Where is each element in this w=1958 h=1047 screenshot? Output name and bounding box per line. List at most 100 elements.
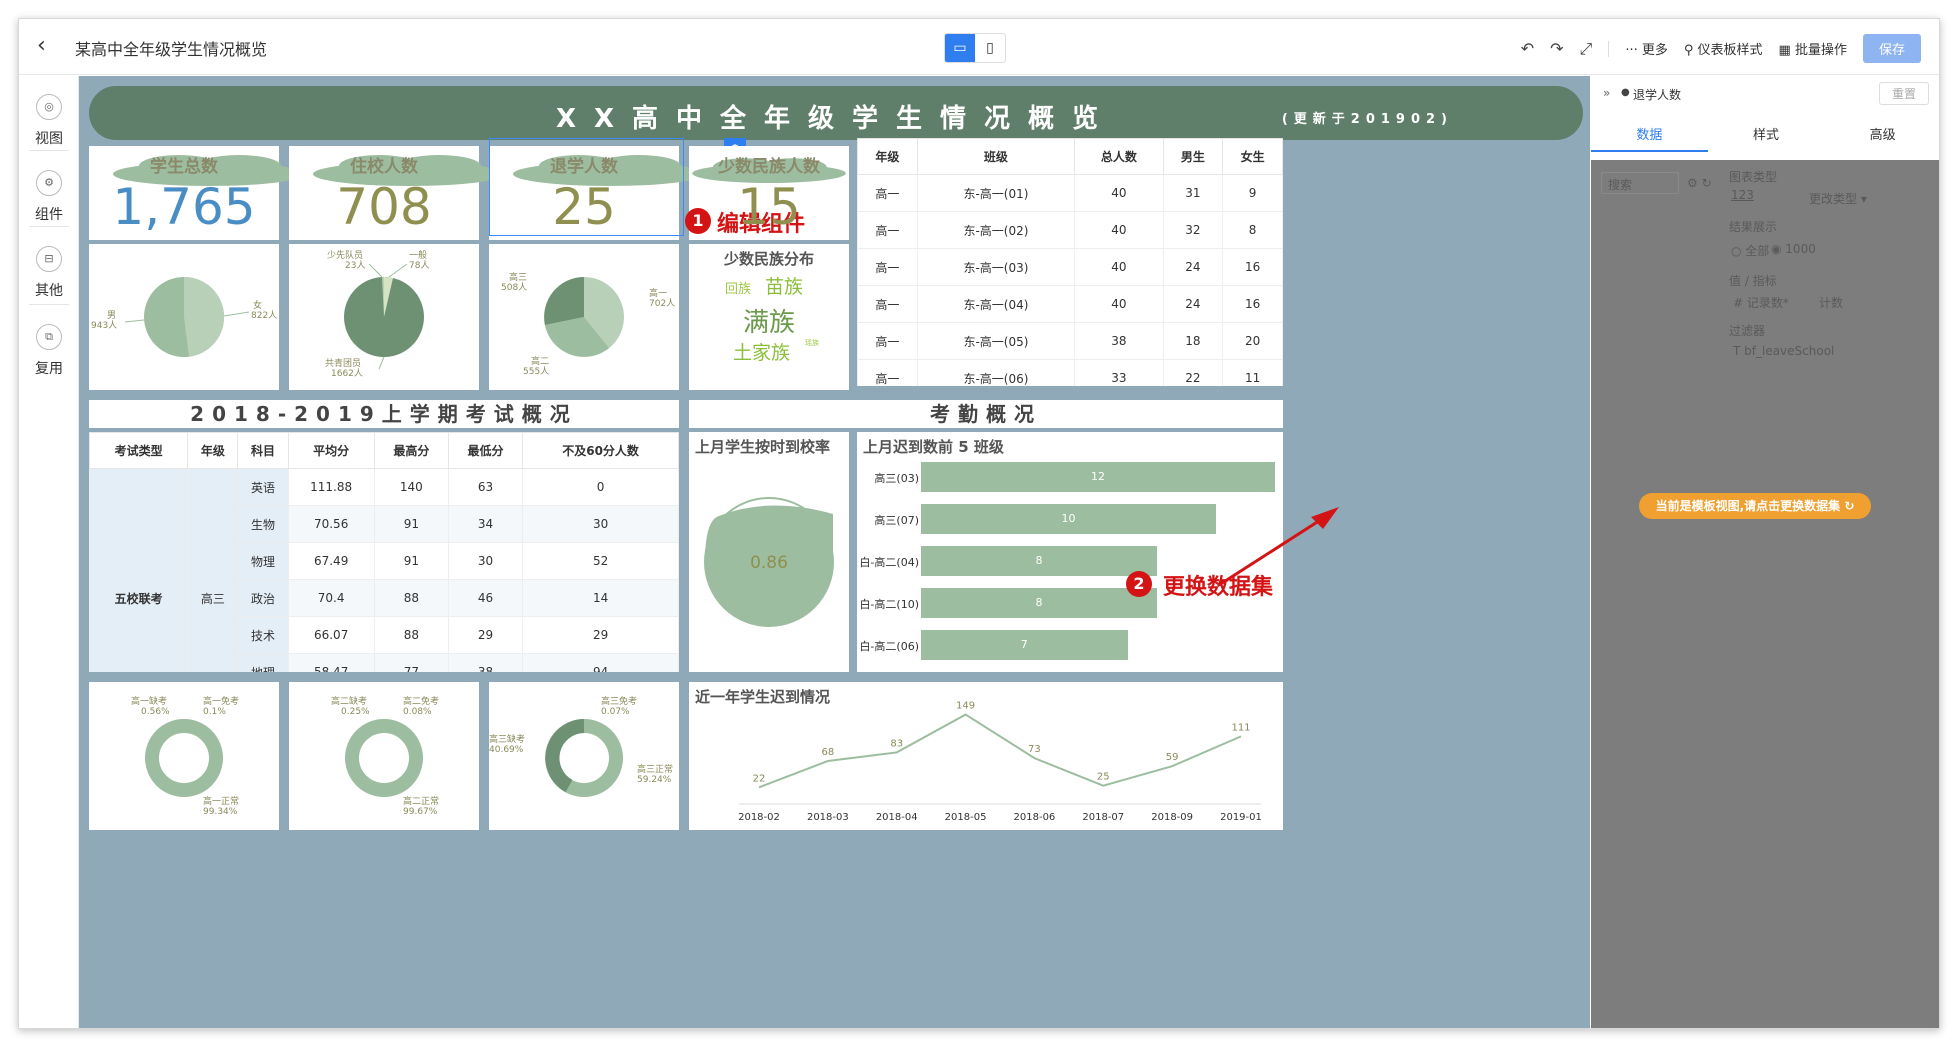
table-header[interactable]: 科目 (237, 432, 289, 469)
ontime-card[interactable]: 上月学生按时到校率 0.86 (689, 432, 849, 672)
political-pie-card[interactable]: 少先队员 23人 一般 78人 共青团员 1662人 (289, 244, 479, 390)
metric-field[interactable]: # 记录数* (1733, 294, 1789, 311)
table-cell: 11 (1222, 359, 1283, 386)
exam-status-donut-g1[interactable]: 高一缺考 0.56% 高一免考 0.1% 高一正常 99.34% (89, 682, 279, 830)
settings-icon[interactable]: ⚙ ↻ (1687, 176, 1712, 190)
class-table-card[interactable]: 年级 班级 总人数 男生 女生 高一 东-高一(01) 40 31 9 高一 东-高一(02) 40 3… (857, 138, 1283, 386)
desktop-icon[interactable]: ▭ (945, 34, 975, 62)
bar[interactable]: 7 (921, 630, 1128, 660)
pie-label-name: 共青团员 (325, 357, 361, 369)
table-header[interactable]: 男生 (1162, 138, 1224, 175)
theme-button[interactable]: ⚲ 仪表板样式 (1684, 39, 1763, 58)
table-header[interactable]: 女生 (1222, 138, 1283, 175)
pie-label-name: 女 (253, 299, 262, 311)
kpi-card-total[interactable]: 学生总数 1,765 (89, 146, 305, 240)
exam-type-cell: 五校联考 (89, 468, 189, 672)
donut-segment (545, 719, 585, 793)
kpi-card-minority[interactable]: 少数民族人数 15 (689, 146, 849, 240)
table-cell: 33 (1074, 359, 1164, 386)
mobile-icon[interactable]: ▯ (975, 34, 1005, 62)
reset-button[interactable]: 重置 (1878, 82, 1929, 105)
table-cell: 东-高一(05) (916, 322, 1076, 360)
table-header[interactable]: 年级 (187, 432, 239, 469)
bar[interactable]: 8 (921, 588, 1157, 618)
change-type-button[interactable]: 更改类型 ▾ (1809, 190, 1867, 207)
late-trend-card[interactable]: 近一年学生迟到情况 22 2018-02 68 2018-03 83 2018-04 149… (689, 682, 1283, 830)
replace-dataset-button[interactable]: 当前是模板视图,请点击更换数据集 ↻ (1639, 493, 1871, 519)
grade-pie-card[interactable]: 高三 508人 高一 702人 高二 555人 (489, 244, 679, 390)
radio-all[interactable]: ○ 全部 (1731, 242, 1769, 259)
collapse-icon[interactable]: » (1603, 86, 1610, 100)
table-cell: 58.47 (287, 653, 375, 672)
data-label: 68 (821, 747, 834, 758)
gender-pie-card[interactable]: 男 943人 女 822人 (89, 244, 279, 390)
table-header[interactable]: 不及60分人数 (522, 432, 679, 469)
pie-label-name: 男 (107, 310, 116, 321)
kpi-value: 708 (336, 178, 432, 236)
wordcloud-card[interactable]: 少数民族分布 回族 苗族 满族 土家族 瑶族 (689, 244, 849, 390)
bar-category-label: 白-高二(06) (859, 640, 919, 653)
redo-icon[interactable]: ↷ (1550, 39, 1563, 58)
leader-line (124, 319, 145, 323)
widget-name: 退学人数 (1633, 88, 1682, 102)
table-header[interactable]: 考试类型 (89, 432, 189, 469)
tab-data[interactable]: 数据 (1591, 120, 1708, 152)
table-header[interactable]: 最高分 (373, 432, 449, 469)
pie-label-value: 508人 (501, 282, 527, 293)
kpi-card-boarding[interactable]: 住校人数 708 (289, 146, 505, 240)
data-label: 25 (1097, 772, 1110, 783)
donut-label-name: 高一缺考 (131, 695, 167, 707)
sidebar-item-view[interactable]: ◎ 视图 (19, 94, 79, 148)
save-button[interactable]: 保存 (1862, 34, 1921, 63)
exam-table: 考试类型 年级 科目 平均分 最高分 最低分 不及60分人数 五校联考 高三 英语 111.88 1… (89, 432, 679, 672)
undo-icon[interactable]: ↶ (1521, 39, 1534, 58)
metric-aggregation[interactable]: 计数 (1819, 294, 1843, 311)
sidebar-item-reuse[interactable]: ⧉ 复用 (19, 324, 79, 378)
search-input[interactable]: 搜索 (1601, 172, 1679, 194)
tab-advanced[interactable]: 高级 (1824, 120, 1939, 152)
exam-status-donut-g3[interactable]: 高三免考 0.07% 高三缺考 40.69% 高三正常 59.24% (489, 682, 679, 830)
table-cell: 高一 (857, 248, 918, 286)
table-cell: 38 (1074, 322, 1164, 360)
sidebar-item-component[interactable]: ⚙ 组件 (19, 170, 79, 224)
table-header[interactable]: 年级 (857, 138, 918, 175)
chart-type-value[interactable]: 123 (1731, 188, 1754, 202)
radio-limit[interactable]: ◉ 1000 (1771, 242, 1816, 256)
table-cell: 24 (1162, 285, 1224, 323)
table-cell: 70.4 (287, 579, 375, 617)
exam-status-donut-g2[interactable]: 高二缺考 0.25% 高二免考 0.08% 高二正常 99.67% (289, 682, 479, 830)
table-header[interactable]: 最低分 (447, 432, 524, 469)
tab-style[interactable]: 样式 (1708, 120, 1825, 152)
bar[interactable]: 8 (921, 546, 1157, 576)
donut-label-value: 99.34% (203, 807, 238, 817)
bar[interactable]: 12 (921, 462, 1275, 492)
more-button[interactable]: ··· 更多 (1625, 39, 1668, 58)
pie-label: 男 (107, 310, 116, 321)
table-header[interactable]: 总人数 (1074, 138, 1164, 175)
pie-label: 女 (253, 299, 262, 311)
table-row: 高一 东-高一(01) 40 31 9 (857, 174, 1283, 212)
back-icon[interactable]: ‹ (37, 33, 46, 58)
table-cell: 70.56 (287, 505, 375, 543)
pie-label-name: 高二 (531, 355, 549, 367)
pie-label-name: 少先队员 (327, 249, 363, 261)
donut-label-name: 高三正常 (637, 763, 673, 775)
pie-label-value: 702人 (649, 298, 675, 309)
table-header[interactable]: 班级 (916, 138, 1076, 175)
filter-field[interactable]: T bf_leaveSchool (1733, 344, 1834, 358)
sidebar-item-other[interactable]: ⊟ 其他 (19, 246, 79, 300)
grade-pie: 高三 508人 高一 702人 高二 555人 (501, 271, 675, 377)
table-cell: 94 (522, 653, 679, 672)
kpi-value: 15 (737, 178, 801, 236)
kpi-card-dropout[interactable]: 退学人数 25 (489, 146, 705, 240)
late-top5-title: 上月迟到数前 5 班级 (863, 438, 1004, 456)
top-bar: ‹ 某高中全年级学生情况概览 ▭ ▯ ↶ ↷ ⤢ ··· 更多 ⚲ 仪表板样式 … (19, 19, 1939, 75)
kpi-title: 住校人数 (350, 157, 418, 177)
word: 满族 (743, 308, 796, 338)
table-header[interactable]: 平均分 (287, 432, 375, 469)
bar[interactable]: 10 (921, 504, 1216, 534)
leader-line (368, 263, 383, 278)
fullscreen-icon[interactable]: ⤢ (1580, 39, 1593, 59)
batch-button[interactable]: ▦ 批量操作 (1779, 39, 1847, 58)
exam-table-card[interactable]: 考试类型 年级 科目 平均分 最高分 最低分 不及60分人数 五校联考 高三 英语 111.88 1… (89, 432, 679, 672)
